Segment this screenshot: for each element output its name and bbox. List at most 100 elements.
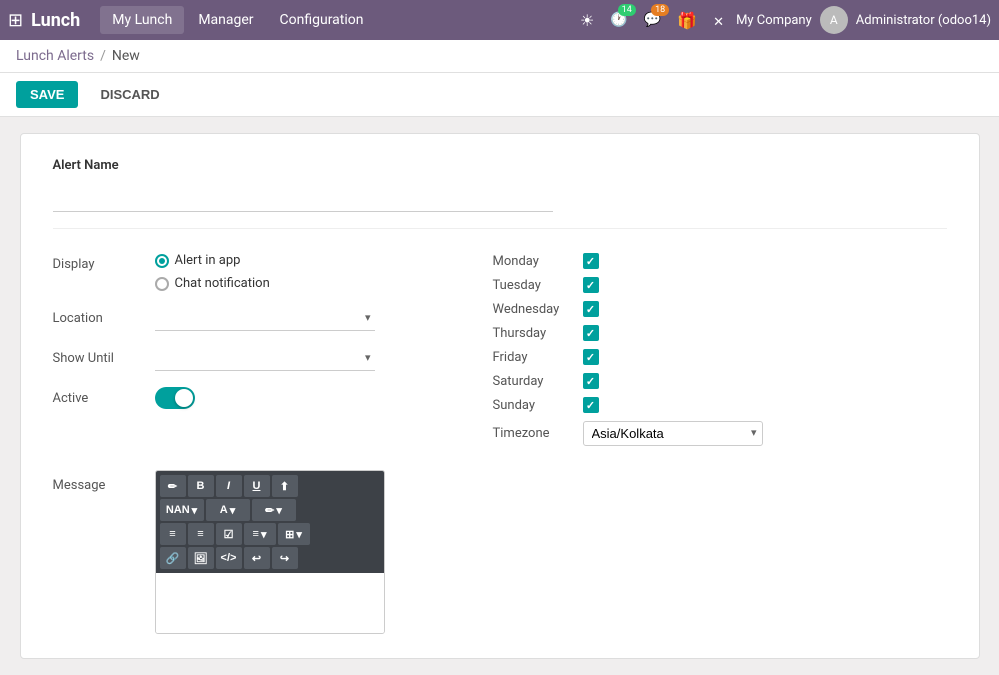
sun-icon-btn[interactable]: ☀ (576, 7, 598, 34)
toolbar-undo-btn[interactable]: ↩ (244, 547, 270, 569)
company-name[interactable]: My Company (736, 13, 812, 28)
location-label: Location (53, 307, 143, 326)
chat-icon-btn[interactable]: 💬 18 (640, 8, 665, 32)
breadcrumb-separator: / (100, 48, 106, 64)
toolbar-row-1: ✏ B I U ⬆ (160, 475, 380, 497)
show-until-select-wrapper (155, 347, 375, 371)
display-label: Display (53, 253, 143, 272)
action-bar: SAVE DISCARD (0, 73, 999, 117)
toolbar-row-3: ≡ ≡ ☑ ≡▾ ⊞▾ (160, 523, 380, 545)
active-toggle[interactable] (155, 387, 195, 409)
user-name: Administrator (odoo14) (856, 13, 991, 28)
day-tuesday: Tuesday (493, 277, 947, 293)
radio-chat-label: Chat notification (175, 276, 270, 291)
grid-icon[interactable]: ⊞ (8, 10, 23, 31)
toolbar-align-btn[interactable]: ≡▾ (244, 523, 276, 545)
editor-container: ✏ B I U ⬆ NAN▾ A▾ ✏▾ ≡ ≡ (155, 470, 385, 634)
avatar-initial: A (830, 13, 838, 27)
day-monday: Monday (493, 253, 947, 269)
toolbar-table-btn[interactable]: ⊞▾ (278, 523, 310, 545)
editor-content[interactable] (156, 573, 384, 633)
toggle-track[interactable] (155, 387, 195, 409)
toolbar-nan-btn[interactable]: NAN▾ (160, 499, 204, 521)
toolbar-ul-btn[interactable]: ≡ (160, 523, 186, 545)
gift-icon-btn[interactable]: 🎁 (673, 7, 701, 34)
toolbar-redo-btn[interactable]: ↪ (272, 547, 298, 569)
alert-name-section: Alert Name (53, 158, 947, 212)
toolbar-image-btn[interactable]: 🖼 (188, 547, 214, 569)
active-label: Active (53, 387, 143, 406)
close-icon: ✕ (713, 15, 724, 30)
radio-chat[interactable] (155, 277, 169, 291)
location-row: Location (53, 307, 453, 331)
avatar[interactable]: A (820, 6, 848, 34)
friday-checkbox[interactable] (583, 349, 599, 365)
thursday-checkbox[interactable] (583, 325, 599, 341)
display-option-app[interactable]: Alert in app (155, 253, 453, 268)
divider-1 (53, 228, 947, 229)
breadcrumb: Lunch Alerts / New (0, 40, 999, 73)
monday-checkbox[interactable] (583, 253, 599, 269)
day-saturday: Saturday (493, 373, 947, 389)
calendar-icon-btn[interactable]: 🕐 14 (606, 8, 631, 32)
wednesday-checkbox[interactable] (583, 301, 599, 317)
saturday-checkbox[interactable] (583, 373, 599, 389)
form-section: Display Alert in app Chat notification (53, 253, 947, 446)
discard-button[interactable]: DISCARD (86, 81, 173, 108)
toolbar-code-btn[interactable]: </> (216, 547, 242, 569)
alert-name-input[interactable] (53, 185, 553, 212)
thursday-label: Thursday (493, 326, 573, 341)
toolbar-check-btn[interactable]: ☑ (216, 523, 242, 545)
message-section: Message ✏ B I U ⬆ NAN▾ A▾ ✏▾ (53, 470, 947, 634)
radio-app[interactable] (155, 254, 169, 268)
form-card: Alert Name Display Alert in app (20, 133, 980, 659)
message-label: Message (53, 470, 143, 493)
toolbar-format-btn[interactable]: ⬆ (272, 475, 298, 497)
alert-name-label: Alert Name (53, 158, 947, 173)
nav-menu: My Lunch Manager Configuration (100, 6, 572, 34)
toolbar-pen-btn[interactable]: ✏ (160, 475, 186, 497)
right-section: Monday Tuesday Wednesday Thursday (493, 253, 947, 446)
active-toggle-wrapper (155, 387, 453, 411)
tuesday-label: Tuesday (493, 278, 573, 293)
timezone-select[interactable]: Asia/Kolkata UTC US/Eastern Europe/Londo… (583, 421, 763, 446)
toolbar-ol-btn[interactable]: ≡ (188, 523, 214, 545)
main-content: Alert Name Display Alert in app (0, 117, 999, 675)
toolbar-underline-btn[interactable]: U (244, 475, 270, 497)
chat-badge: 18 (651, 4, 669, 16)
toolbar-color-btn[interactable]: ✏▾ (252, 499, 296, 521)
toolbar-font-btn[interactable]: A▾ (206, 499, 250, 521)
tuesday-checkbox[interactable] (583, 277, 599, 293)
toolbar-bold-btn[interactable]: B (188, 475, 214, 497)
timezone-label: Timezone (493, 426, 573, 441)
show-until-label: Show Until (53, 347, 143, 366)
display-option-chat[interactable]: Chat notification (155, 276, 453, 291)
location-select[interactable] (155, 307, 375, 331)
toolbar-row-2: NAN▾ A▾ ✏▾ (160, 499, 380, 521)
navbar: ⊞ Lunch My Lunch Manager Configuration ☀… (0, 0, 999, 40)
gift-icon: 🎁 (677, 11, 697, 30)
close-icon-btn[interactable]: ✕ (709, 7, 728, 34)
left-section: Display Alert in app Chat notification (53, 253, 453, 446)
nav-my-lunch[interactable]: My Lunch (100, 6, 184, 34)
navbar-right: ☀ 🕐 14 💬 18 🎁 ✕ My Company A Administrat… (576, 6, 991, 34)
nav-configuration[interactable]: Configuration (268, 6, 376, 34)
app-brand: Lunch (31, 10, 80, 31)
toggle-thumb (175, 389, 193, 407)
nav-manager[interactable]: Manager (186, 6, 265, 34)
day-sunday: Sunday (493, 397, 947, 413)
toolbar-italic-btn[interactable]: I (216, 475, 242, 497)
breadcrumb-parent[interactable]: Lunch Alerts (16, 48, 94, 64)
show-until-row: Show Until (53, 347, 453, 371)
friday-label: Friday (493, 350, 573, 365)
sunday-label: Sunday (493, 398, 573, 413)
save-button[interactable]: SAVE (16, 81, 78, 108)
day-friday: Friday (493, 349, 947, 365)
show-until-value (155, 347, 453, 371)
display-row: Display Alert in app Chat notification (53, 253, 453, 291)
saturday-label: Saturday (493, 374, 573, 389)
toolbar-link-btn[interactable]: 🔗 (160, 547, 186, 569)
timezone-row: Timezone Asia/Kolkata UTC US/Eastern Eur… (493, 421, 947, 446)
show-until-select[interactable] (155, 347, 375, 371)
sunday-checkbox[interactable] (583, 397, 599, 413)
